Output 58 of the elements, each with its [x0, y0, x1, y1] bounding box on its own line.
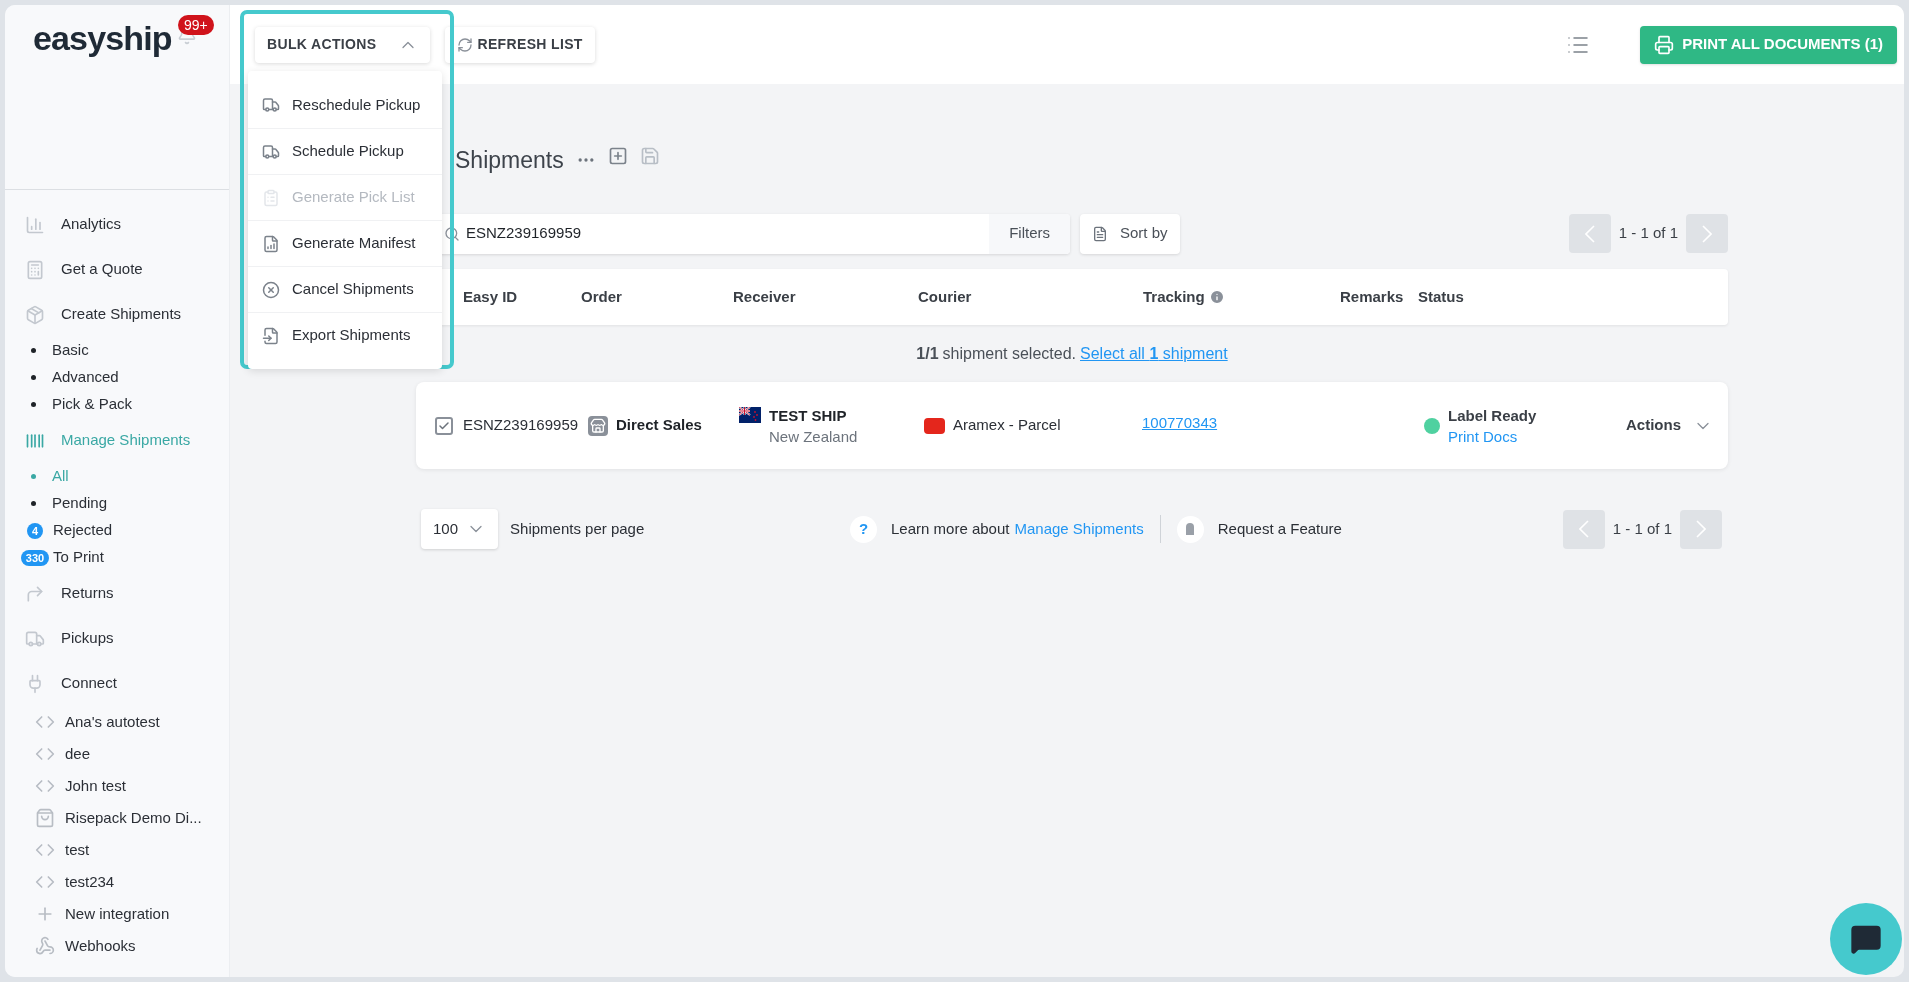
integration-item[interactable]: Risepack Demo Di...: [5, 802, 229, 834]
page-title: Shipments: [455, 145, 564, 175]
column-header: Easy ID: [463, 286, 518, 307]
integration-item[interactable]: Ana's autotest: [5, 706, 229, 738]
page-range: 1 - 1 of 1: [1612, 518, 1672, 539]
column-header: Remarks: [1340, 286, 1404, 307]
integration-item[interactable]: test234: [5, 866, 229, 898]
request-feature-link[interactable]: Request a Feature: [1217, 517, 1342, 541]
sidebar-item[interactable]: Analytics: [5, 202, 229, 247]
menu-item[interactable]: Schedule Pickup: [248, 128, 442, 174]
integration-item[interactable]: dee: [5, 738, 229, 770]
selection-count: 1/1: [916, 343, 939, 364]
help-icon: ?: [850, 515, 878, 543]
per-page-label: Shipments per page: [510, 518, 646, 539]
sidebar-subitem[interactable]: Pending: [5, 490, 229, 517]
receiver-name: TEST SHIP: [769, 405, 848, 426]
count-badge: 4: [26, 522, 44, 539]
menu-item[interactable]: Reschedule Pickup: [248, 82, 442, 128]
column-header: Receiver: [733, 286, 796, 307]
actions-button[interactable]: Actions: [1626, 414, 1713, 437]
per-page-select[interactable]: 100: [421, 509, 499, 549]
sidebar-item[interactable]: Get a Quote: [5, 247, 229, 292]
sidebar-item[interactable]: Connect: [5, 661, 229, 706]
sidebar-item[interactable]: Returns: [5, 571, 229, 616]
refresh-list-button[interactable]: REFRESH LIST: [445, 26, 595, 63]
integration-item[interactable]: test: [5, 834, 229, 866]
column-header: Order: [581, 286, 622, 307]
menu-item[interactable]: Generate Manifest: [248, 220, 442, 266]
easy-id: ESNZ239169959: [463, 415, 580, 436]
column-header: Tracking: [1143, 286, 1205, 307]
receiver-country: New Zealand: [769, 426, 858, 447]
sidebar-item[interactable]: Create Shipments: [5, 292, 229, 337]
courier-name: Aramex - Parcel: [953, 415, 1061, 436]
bulk-actions-button[interactable]: BULK ACTIONS: [255, 26, 431, 63]
status-label: Label Ready: [1448, 405, 1537, 426]
sidebar-subitem[interactable]: Pick & Pack: [5, 391, 229, 418]
notification-badge: 99+: [178, 15, 214, 35]
integration-item[interactable]: John test: [5, 770, 229, 802]
menu-item[interactable]: Export Shipments: [248, 312, 442, 358]
filters-button[interactable]: Filters: [989, 213, 1070, 254]
shipment-row[interactable]: ESNZ239169959 Direct Sales TEST SHIP New Zealand Aramex - Parcel 100770343 Label Ready Print Docs Actions: [416, 382, 1728, 469]
sidebar-item[interactable]: Pickups: [5, 616, 229, 661]
sort-by-button[interactable]: Sort by: [1080, 213, 1180, 254]
order-source: Direct Sales: [616, 415, 702, 436]
sidebar-subitem[interactable]: 4 Rejected: [5, 517, 229, 544]
column-header: Status: [1418, 286, 1464, 307]
logo: easyship: [33, 18, 172, 59]
sidebar-subitem[interactable]: Advanced: [5, 364, 229, 391]
menu-item[interactable]: Cancel Shipments: [248, 266, 442, 312]
column-header: Courier: [918, 286, 972, 307]
selection-text: shipment selected.: [942, 343, 1076, 364]
sidebar-subitem[interactable]: 330 To Print: [5, 544, 229, 571]
count-badge: 330: [20, 549, 50, 566]
learn-more-text: Learn more about: [891, 518, 1010, 539]
integration-item[interactable]: Webhooks: [5, 930, 229, 962]
sidebar-subitem[interactable]: Basic: [5, 337, 229, 364]
integration-item[interactable]: New integration: [5, 898, 229, 930]
page-range: 1 - 1 of 1: [1618, 223, 1678, 244]
